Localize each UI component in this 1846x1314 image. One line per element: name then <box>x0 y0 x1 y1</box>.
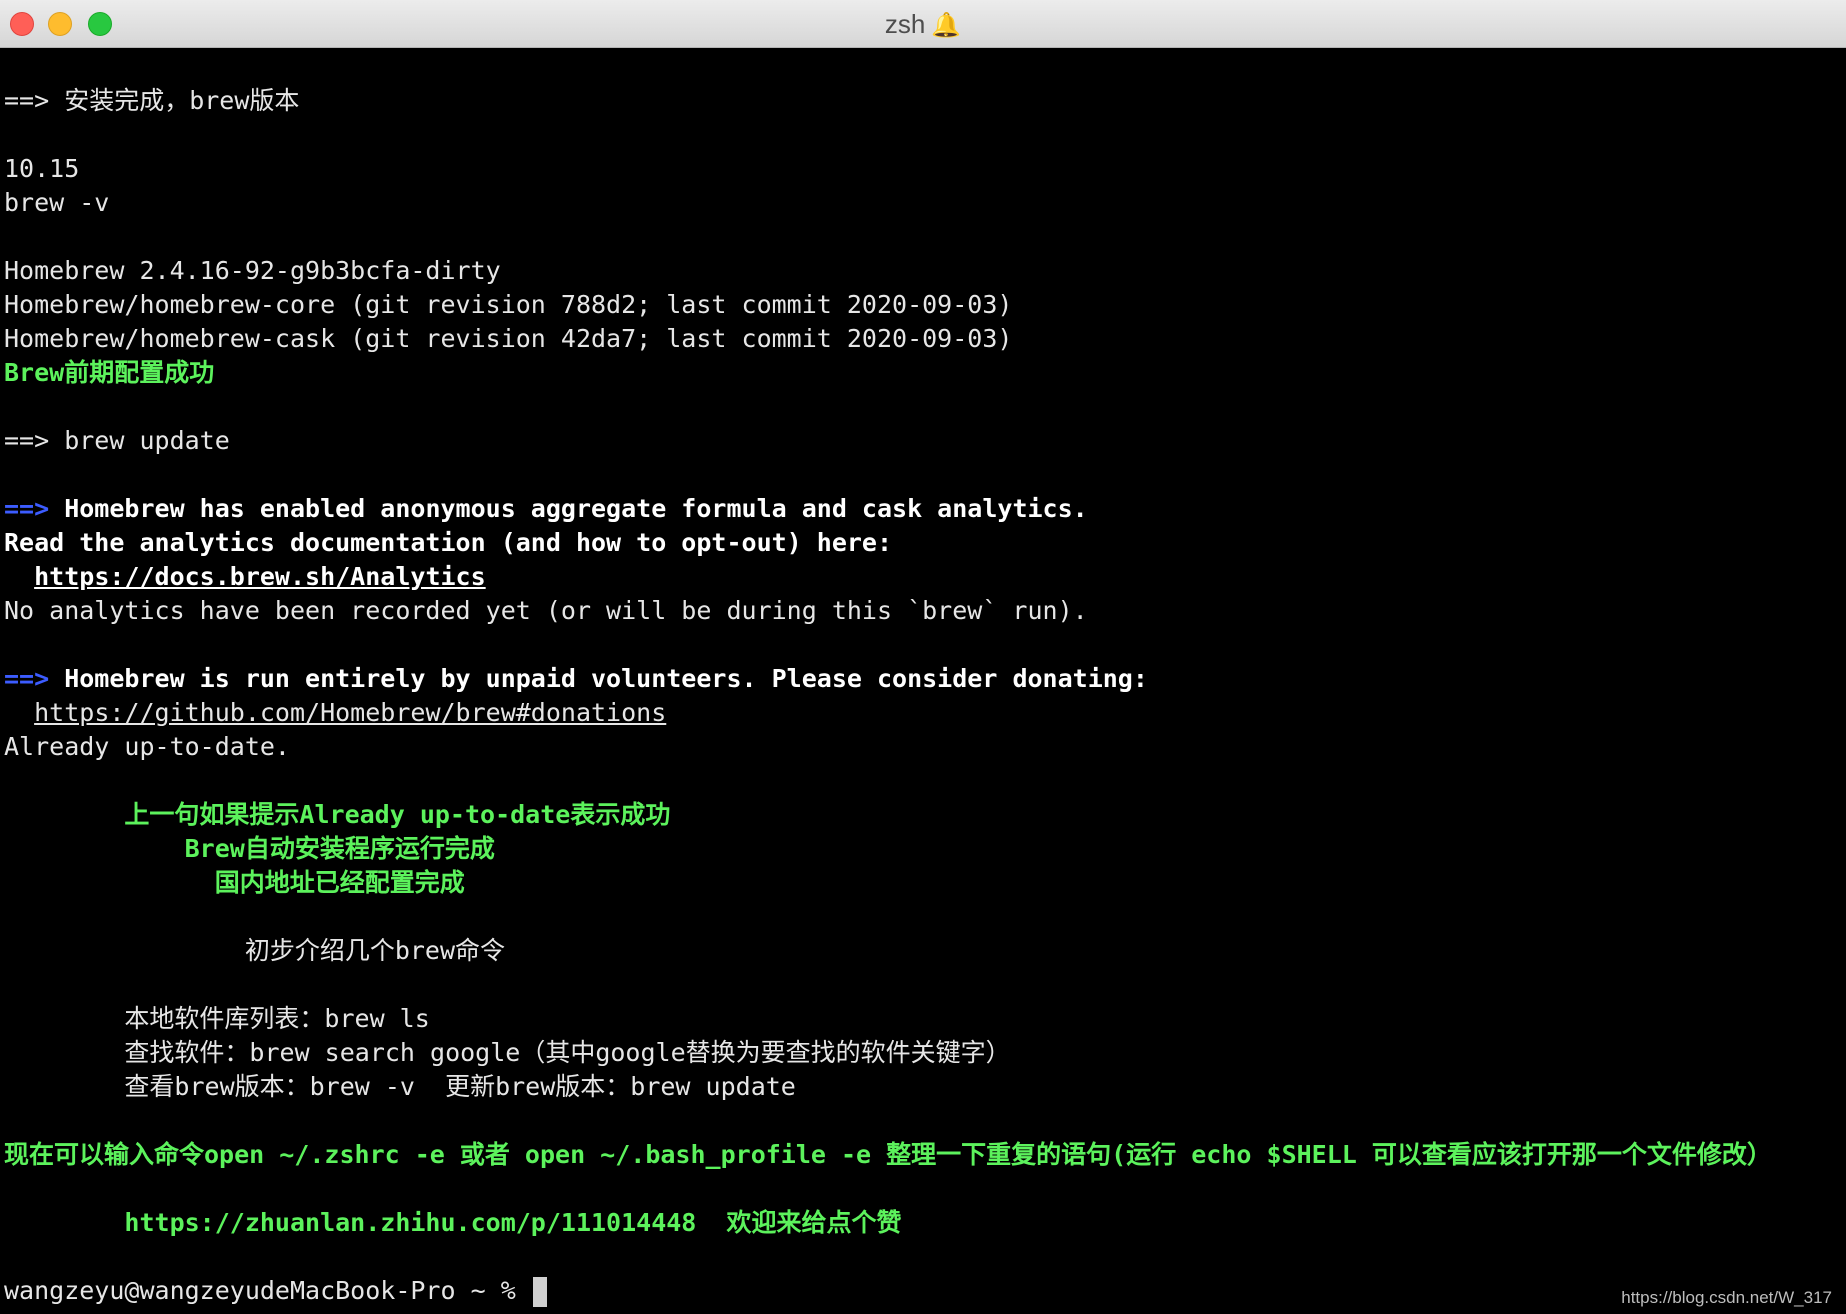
terminal-output[interactable]: ==> 安装完成，brew版本 10.15 brew -v Homebrew 2… <box>4 84 1840 1308</box>
output-line: Homebrew/homebrew-core (git revision 788… <box>4 290 1013 319</box>
donations-link[interactable]: https://github.com/Homebrew/brew#donatio… <box>34 698 666 727</box>
output-line: No analytics have been recorded yet (or … <box>4 596 1088 625</box>
window-title: zsh 🔔 <box>0 0 1846 48</box>
output-line: Read the analytics documentation (and ho… <box>4 528 893 557</box>
output-line: ==> Homebrew has enabled anonymous aggre… <box>4 492 1840 526</box>
output-line: 查看brew版本：brew -v 更新brew版本：brew update <box>4 1072 796 1101</box>
shell-prompt: wangzeyu@wangzeyudeMacBook-Pro ~ % <box>4 1276 531 1305</box>
output-line: 初步介绍几个brew命令 <box>4 936 506 965</box>
output-line: 10.15 <box>4 154 80 183</box>
bell-icon: 🔔 <box>931 11 962 39</box>
success-line: Brew前期配置成功 <box>4 358 215 387</box>
output-line: ==> brew update <box>4 426 230 455</box>
output-line: 查找软件：brew search google（其中google替换为要查找的软… <box>4 1038 1011 1067</box>
text-cursor <box>532 1277 547 1307</box>
watermark: https://blog.csdn.net/W_317 <box>1621 1288 1832 1307</box>
success-line: Brew自动安装程序运行完成 <box>4 834 495 863</box>
output-text: Homebrew is run entirely by unpaid volun… <box>49 664 1148 693</box>
output-line: Already up-to-date. <box>4 732 290 761</box>
arrow-marker: ==> <box>4 494 50 523</box>
output-line: ==> 安装完成，brew版本 <box>4 86 300 115</box>
terminal-window: zsh 🔔 ==> 安装完成，brew版本 10.15 brew -v Homeb… <box>0 0 1846 1314</box>
output-text: Homebrew has enabled anonymous aggregate… <box>49 494 1088 523</box>
success-line: 上一句如果提示Already up-to-date表示成功 <box>4 800 671 829</box>
success-line: https://zhuanlan.zhihu.com/p/111014448 欢… <box>4 1208 902 1237</box>
window-title-text: zsh <box>884 9 926 39</box>
output-line: https://github.com/Homebrew/brew#donatio… <box>4 696 1840 730</box>
output-line: https://docs.brew.sh/Analytics <box>4 560 1840 594</box>
output-line: 本地软件库列表：brew ls <box>4 1004 430 1033</box>
success-line: 现在可以输入命令open ~/.zshrc -e 或者 open ~/.bash… <box>4 1140 1772 1169</box>
output-line: ==> Homebrew is run entirely by unpaid v… <box>4 662 1840 696</box>
output-line: brew -v <box>4 188 110 217</box>
output-line: Homebrew/homebrew-cask (git revision 42d… <box>4 324 1013 353</box>
output-line: Homebrew 2.4.16-92-g9b3bcfa-dirty <box>4 256 501 285</box>
analytics-link[interactable]: https://docs.brew.sh/Analytics <box>34 562 486 591</box>
arrow-marker: ==> <box>4 664 50 693</box>
prompt-line[interactable]: wangzeyu@wangzeyudeMacBook-Pro ~ % <box>4 1274 1840 1308</box>
success-line: 国内地址已经配置完成 <box>4 868 465 897</box>
title-bar[interactable]: zsh 🔔 <box>0 0 1846 48</box>
